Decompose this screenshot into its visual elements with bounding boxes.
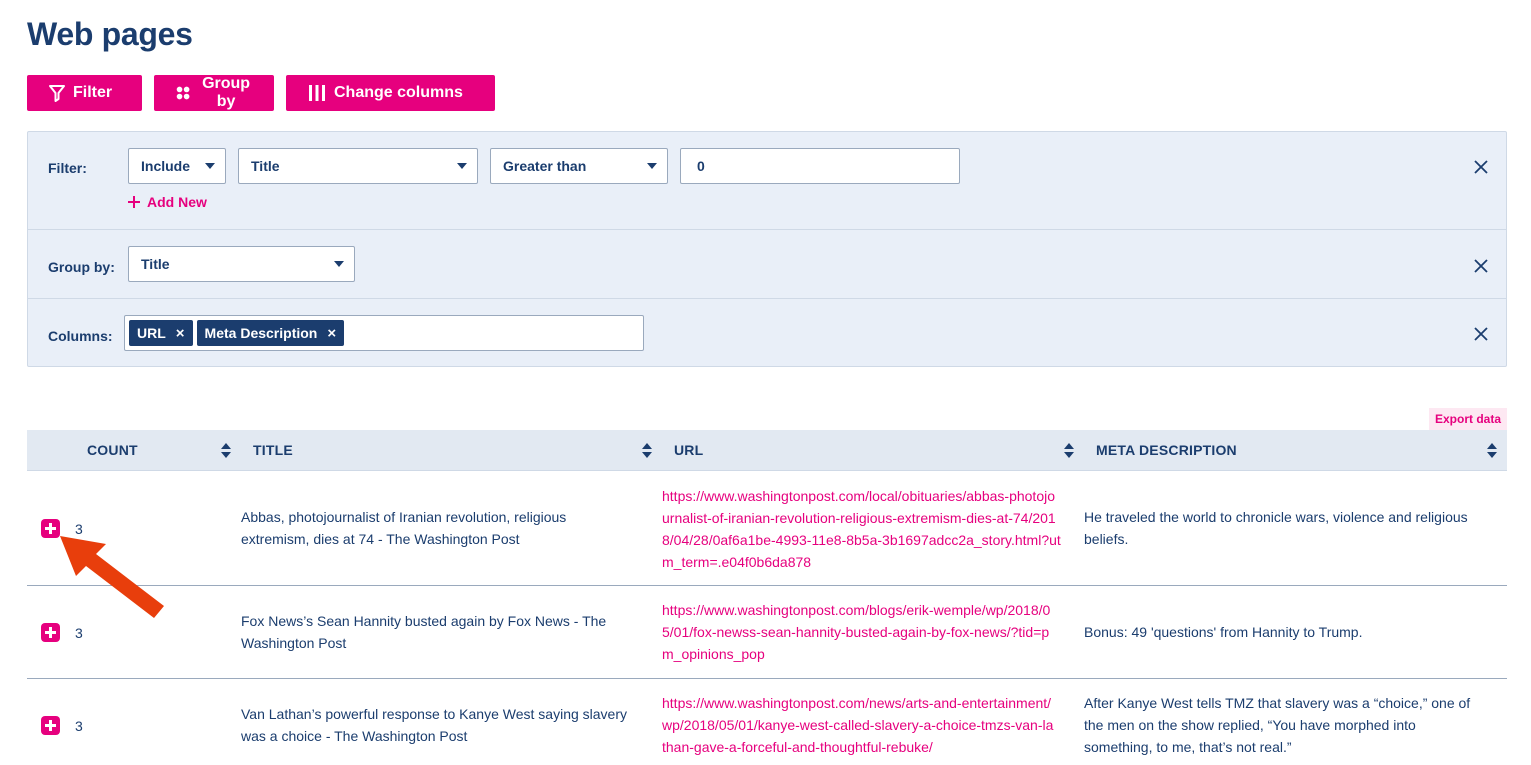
filter-mode-value: Include [141,158,191,174]
column-tag-meta-description: Meta Description × [196,320,345,346]
filter-value-input[interactable] [680,148,960,184]
row-title: Van Lathan’s powerful response to Kanye … [241,706,627,744]
chevron-down-icon [205,163,215,169]
filter-operator-select[interactable]: Greater than [490,148,668,184]
results-table: COUNT TITLE URL META DESCRIPTION 3 Abbas… [27,430,1507,765]
columns-tag-input[interactable]: URL × Meta Description × [124,315,644,351]
chevron-down-icon [457,163,467,169]
sort-icon[interactable] [642,443,652,459]
sort-icon[interactable] [221,443,231,459]
table-row: 3 Fox News’s Sean Hannity busted again b… [27,586,1507,679]
row-title: Fox News’s Sean Hannity busted again by … [241,613,607,651]
row-count: 3 [75,718,83,734]
columns-row-label: Columns: [48,328,113,344]
row-meta-description: After Kanye West tells TMZ that slavery … [1084,695,1471,755]
remove-tag-icon[interactable]: × [176,325,185,342]
grid-dots-icon [176,86,190,100]
sort-icon[interactable] [1487,443,1497,459]
expand-row-icon[interactable] [41,716,60,735]
filter-mode-select[interactable]: Include [128,148,226,184]
row-url-link[interactable]: https://www.washingtonpost.com/blogs/eri… [662,599,1057,665]
plus-icon [128,196,140,208]
table-row: 3 Abbas, photojournalist of Iranian revo… [27,471,1507,586]
add-new-label: Add New [147,194,207,210]
toolbar: Filter Group by Change columns [27,75,495,111]
close-icon[interactable] [1474,160,1488,174]
funnel-icon [49,84,65,102]
expand-row-icon[interactable] [41,623,60,642]
row-count: 3 [75,625,83,641]
page-title: Web pages [27,16,193,52]
filter-button[interactable]: Filter [27,75,142,111]
columns-row: Columns: URL × Meta Description × [28,299,1506,367]
filter-row-label: Filter: [48,160,87,176]
group-by-row-label: Group by: [48,259,115,275]
query-panel: Filter: Include Title Greater than Add N… [27,131,1507,367]
chevron-down-icon [334,261,344,267]
group-by-button[interactable]: Group by [154,75,274,111]
group-by-button-label: Group by [202,75,251,110]
column-header-meta-description[interactable]: META DESCRIPTION [1096,430,1237,470]
group-by-value: Title [141,256,170,272]
chevron-down-icon [647,163,657,169]
tag-label: Meta Description [204,325,318,341]
column-header-url[interactable]: URL [674,430,703,470]
sort-icon[interactable] [1064,443,1074,459]
remove-tag-icon[interactable]: × [327,325,336,342]
filter-row: Filter: Include Title Greater than Add N… [28,132,1506,230]
row-title: Abbas, photojournalist of Iranian revolu… [241,509,567,547]
table-header: COUNT TITLE URL META DESCRIPTION [27,430,1507,471]
column-header-count[interactable]: COUNT [87,430,138,470]
group-by-select[interactable]: Title [128,246,355,282]
row-url-link[interactable]: https://www.washingtonpost.com/news/arts… [662,692,1057,758]
add-new-filter-link[interactable]: Add New [128,194,207,210]
columns-icon [309,85,325,101]
export-data-button[interactable]: Export data [1429,408,1507,430]
row-meta-description: He traveled the world to chronicle wars,… [1084,509,1468,547]
column-tag-url: URL × [129,320,193,346]
column-header-title[interactable]: TITLE [253,430,293,470]
arrow-annotation-icon [60,536,164,618]
row-meta-description: Bonus: 49 'questions' from Hannity to Tr… [1084,624,1363,640]
row-url-link[interactable]: https://www.washingtonpost.com/local/obi… [662,485,1062,573]
tag-label: URL [137,325,166,341]
filter-operator-value: Greater than [503,158,587,174]
close-icon[interactable] [1474,327,1488,341]
filter-field-value: Title [251,158,280,174]
close-icon[interactable] [1474,259,1488,273]
table-row: 3 Van Lathan’s powerful response to Kany… [27,679,1507,765]
change-columns-button[interactable]: Change columns [286,75,495,111]
group-by-row: Group by: Title [28,230,1506,299]
change-columns-button-label: Change columns [334,84,463,101]
filter-field-select[interactable]: Title [238,148,478,184]
filter-button-label: Filter [73,84,113,101]
